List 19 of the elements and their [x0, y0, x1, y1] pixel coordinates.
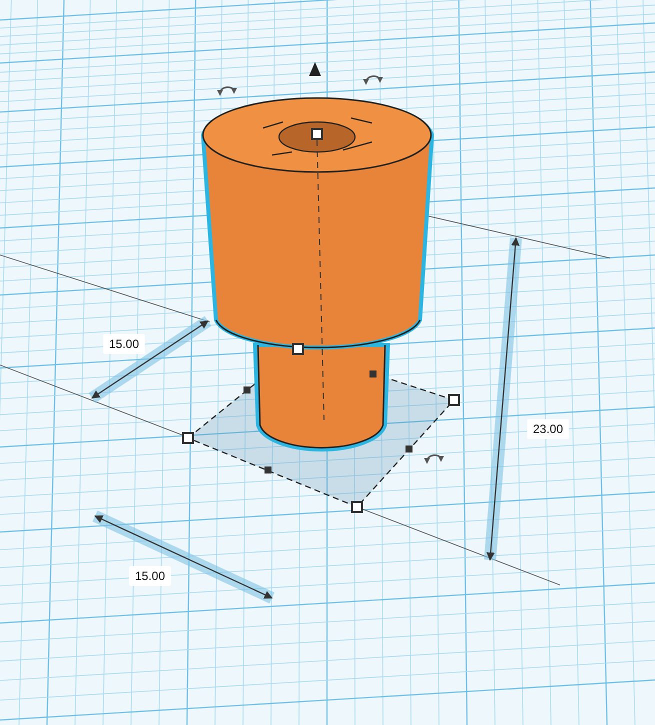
large-cylinder-shape[interactable]: [201, 97, 434, 420]
dimension-value-field[interactable]: 15.00: [103, 334, 146, 354]
dimension-value-field[interactable]: 23.00: [527, 419, 570, 439]
scale-handle[interactable]: [351, 501, 363, 513]
rotate-handle-icon[interactable]: [217, 86, 237, 96]
scale-handle[interactable]: [182, 432, 194, 444]
scale-handle[interactable]: [292, 343, 304, 355]
rotate-handle-icon[interactable]: [424, 454, 444, 464]
scale-handle[interactable]: [448, 394, 460, 406]
workplane-viewport[interactable]: 15.00 15.00 23.00: [0, 0, 655, 725]
scale-handle[interactable]: [311, 128, 323, 140]
side-handle[interactable]: [244, 386, 250, 394]
side-handle[interactable]: [370, 370, 376, 378]
side-handle[interactable]: [264, 466, 272, 474]
rotate-handle-icon[interactable]: [363, 75, 383, 85]
side-handle[interactable]: [406, 446, 412, 452]
dimension-value-field[interactable]: 15.00: [129, 566, 172, 586]
small-cylinder-shape[interactable]: [253, 343, 390, 452]
lift-cone-handle[interactable]: [309, 62, 321, 76]
